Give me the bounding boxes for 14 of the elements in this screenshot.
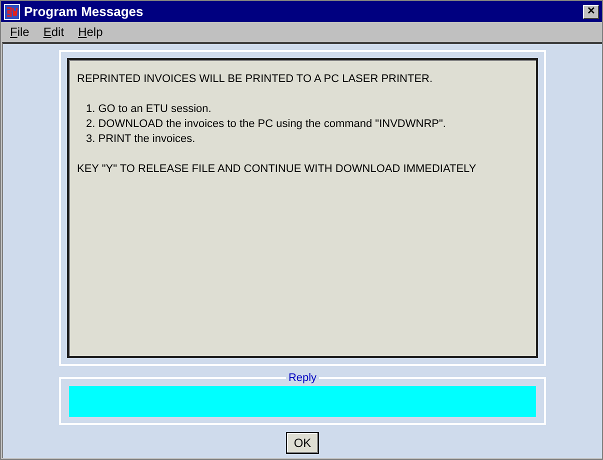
message-step: 2. DOWNLOAD the invoices to the PC using the command "INVDWNRP". bbox=[77, 117, 528, 132]
reply-field[interactable] bbox=[69, 386, 536, 417]
message-footer: KEY "Y" TO RELEASE FILE AND CONTINUE WITH DOWNLOAD IMMEDIATELY bbox=[77, 162, 528, 177]
menu-item[interactable]: File bbox=[10, 24, 30, 38]
message-step: 1. GO to an ETU session. bbox=[77, 102, 528, 117]
ok-button[interactable]: OK bbox=[286, 432, 319, 454]
app-logo-icon bbox=[4, 4, 20, 20]
window-title: Program Messages bbox=[24, 4, 144, 19]
reply-legend: Reply bbox=[286, 372, 319, 384]
close-button[interactable]: ✕ bbox=[583, 4, 599, 18]
message-heading: REPRINTED INVOICES WILL BE PRINTED TO A PC LASER PRINTER. bbox=[77, 72, 434, 87]
menu-item[interactable]: Help bbox=[78, 24, 103, 38]
menu-item[interactable]: Edit bbox=[43, 24, 64, 38]
message-step: 3. PRINT the invoices. bbox=[77, 132, 528, 147]
